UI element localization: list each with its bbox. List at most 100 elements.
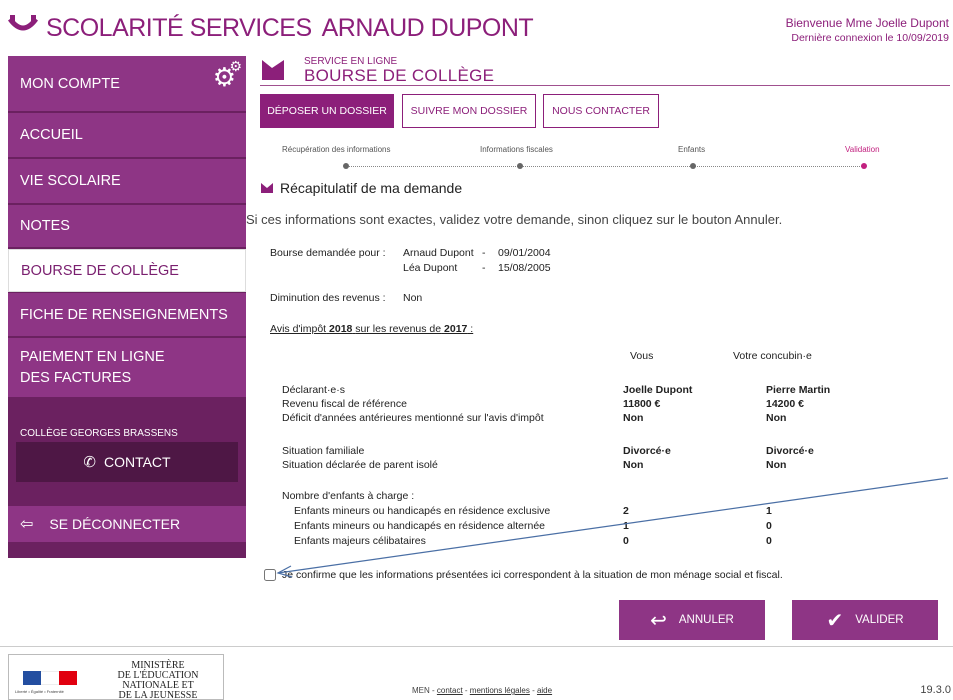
step-dot — [343, 163, 349, 169]
row-label: Situation familiale — [282, 445, 365, 457]
row-value-partner: Divorcé·e — [766, 445, 814, 457]
child-date: 15/08/2005 — [498, 262, 551, 274]
cancel-label: ANNULER — [678, 614, 734, 626]
steps-track — [346, 166, 864, 167]
row-value-you: Divorcé·e — [623, 445, 671, 457]
step-label: Enfants — [678, 145, 706, 154]
sidebar-item-notes[interactable]: NOTES — [8, 205, 246, 248]
section-title-text: Récapitulatif de ma demande — [280, 180, 463, 196]
tab-deposer[interactable]: DÉPOSER UN DOSSIER — [260, 94, 394, 128]
title-divider — [260, 85, 950, 86]
logout-button[interactable]: ⇦ SE DÉCONNECTER — [8, 506, 246, 542]
footer-divider — [0, 646, 953, 647]
row-value-partner: Non — [766, 412, 787, 424]
cancel-button[interactable]: ↩ ANNULER — [619, 600, 765, 640]
row-value-you: Joelle Dupont — [623, 384, 693, 396]
row-value-partner: Pierre Martin — [766, 384, 831, 396]
step-dot-current — [861, 163, 867, 169]
ministry-logo: Liberté • Égalité • Fraternité MINISTÈRE… — [8, 654, 224, 700]
sidebar-item-label: BOURSE DE COLLÈGE — [21, 262, 179, 279]
back-arrow-icon: ↩ — [650, 609, 667, 632]
check-icon: ✔ — [826, 609, 844, 632]
brand: SCOLARITÉ SERVICES ARNAUD DUPONT — [8, 12, 534, 44]
page-title: BOURSE DE COLLÈGE — [304, 66, 495, 85]
republic-motto: Liberté • Égalité • Fraternité — [15, 689, 64, 694]
step-label: Informations fiscales — [480, 145, 553, 154]
sidebar-item-bourse[interactable]: BOURSE DE COLLÈGE — [8, 249, 246, 292]
row-value-you: Non — [623, 459, 644, 471]
sidebar-item-label: ACCUEIL — [20, 127, 83, 143]
gear-small-icon: ⚙ — [229, 58, 242, 74]
tab-label: NOUS CONTACTER — [552, 105, 650, 117]
logout-label: SE DÉCONNECTER — [49, 516, 181, 532]
contact-label: CONTACT — [103, 454, 171, 470]
phone-icon: ✆ — [83, 454, 96, 471]
tab-suivre[interactable]: SUIVRE MON DOSSIER — [402, 94, 536, 128]
children-count-label: Nombre d'enfants à charge : — [282, 490, 415, 502]
row-label: Enfants majeurs célibataires — [294, 535, 426, 547]
sidebar-item-mon-compte[interactable]: MON COMPTE ⚙ ⚙ — [8, 56, 246, 112]
row-value-partner: 0 — [766, 535, 772, 547]
welcome-text: Bienvenue Mme Joelle Dupont — [785, 16, 949, 30]
marianne-flag-icon: Liberté • Égalité • Fraternité — [9, 655, 93, 700]
service-icon — [262, 60, 284, 80]
confirm-row[interactable]: Je confirme que les informations présent… — [264, 569, 783, 581]
sidebar-item-label: MON COMPTE — [20, 75, 120, 92]
row-value-partner: Non — [766, 459, 787, 471]
tab-label: SUIVRE MON DOSSIER — [410, 105, 528, 117]
row-value-you: Non — [623, 412, 644, 424]
income-drop-value: Non — [403, 292, 423, 304]
footer-link-help[interactable]: aide — [537, 686, 552, 695]
ministry-name: MINISTÈRE DE L'ÉDUCATION NATIONALE ET DE… — [117, 660, 199, 700]
income-drop-label: Diminution des revenus : — [270, 292, 386, 304]
sidebar-item-label: FICHE DE RENSEIGNEMENTS — [20, 306, 228, 323]
sidebar-item-label: VIE SCOLAIRE — [20, 173, 121, 189]
sidebar-item-label: NOTES — [20, 218, 70, 234]
row-value-partner: 14200 € — [766, 398, 804, 410]
validate-label: VALIDER — [855, 614, 904, 626]
row-value-you: 2 — [623, 505, 629, 517]
child-date: 09/01/2004 — [498, 247, 551, 259]
step-label: Récupération des informations — [282, 145, 391, 154]
sidebar-item-fiche[interactable]: FICHE DE RENSEIGNEMENTS — [8, 293, 246, 337]
brand-logo-icon — [8, 15, 38, 31]
row-value-partner: 0 — [766, 520, 772, 532]
confirm-text: Je confirme que les informations présent… — [282, 569, 783, 581]
row-label: Enfants mineurs ou handicapés en résiden… — [294, 505, 551, 517]
sidebar-item-accueil[interactable]: ACCUEIL — [8, 113, 246, 158]
sidebar: MON COMPTE ⚙ ⚙ ACCUEIL VIE SCOLAIRE NOTE… — [8, 56, 246, 558]
row-label: Enfants mineurs ou handicapés en résiden… — [294, 520, 545, 532]
last-login: Dernière connexion le 10/09/2019 — [791, 32, 949, 44]
row-value-you: 1 — [623, 520, 629, 532]
row-label: Déclarant·e·s — [282, 384, 346, 396]
sidebar-item-vie-scolaire[interactable]: VIE SCOLAIRE — [8, 159, 246, 204]
child-sep: - — [482, 262, 486, 274]
child-name: Léa Dupont — [403, 262, 458, 274]
sidebar-item-paiement[interactable]: PAIEMENT EN LIGNE DES FACTURES — [8, 338, 246, 398]
child-name: Arnaud Dupont — [403, 247, 474, 259]
intro-text: Si ces informations sont exactes, valide… — [246, 212, 783, 227]
row-label: Situation déclarée de parent isolé — [282, 459, 438, 471]
college-name: COLLÈGE GEORGES BRASSENS — [20, 428, 178, 439]
footer-link-contact[interactable]: contact — [437, 686, 463, 695]
footer-links: MEN - contact - mentions légales - aide — [412, 686, 553, 695]
section-title: Récapitulatif de ma demande — [260, 180, 462, 196]
footer-link-legal[interactable]: mentions légales — [470, 686, 530, 695]
contact-button[interactable]: ✆ CONTACT — [16, 442, 238, 482]
child-sep: - — [482, 247, 486, 259]
step-dot — [690, 163, 696, 169]
bourse-label: Bourse demandée pour : — [270, 247, 386, 259]
col-you: Vous — [630, 350, 654, 362]
row-label: Revenu fiscal de référence — [282, 398, 407, 410]
section-icon — [261, 183, 273, 193]
app-version: 19.3.0 — [920, 684, 951, 696]
student-name: ARNAUD DUPONT — [321, 13, 534, 42]
welcome-block: Bienvenue Mme Joelle Dupont Dernière con… — [786, 16, 949, 46]
step-label-current: Validation — [845, 145, 880, 154]
confirm-checkbox[interactable] — [264, 569, 276, 581]
tab-contacter[interactable]: NOUS CONTACTER — [543, 94, 659, 128]
row-label: Déficit d'années antérieures mentionné s… — [282, 412, 544, 424]
sidebar-item-label: PAIEMENT EN LIGNE DES FACTURES — [20, 348, 165, 386]
validate-button[interactable]: ✔ VALIDER — [792, 600, 938, 640]
col-partner: Votre concubin·e — [733, 350, 812, 362]
